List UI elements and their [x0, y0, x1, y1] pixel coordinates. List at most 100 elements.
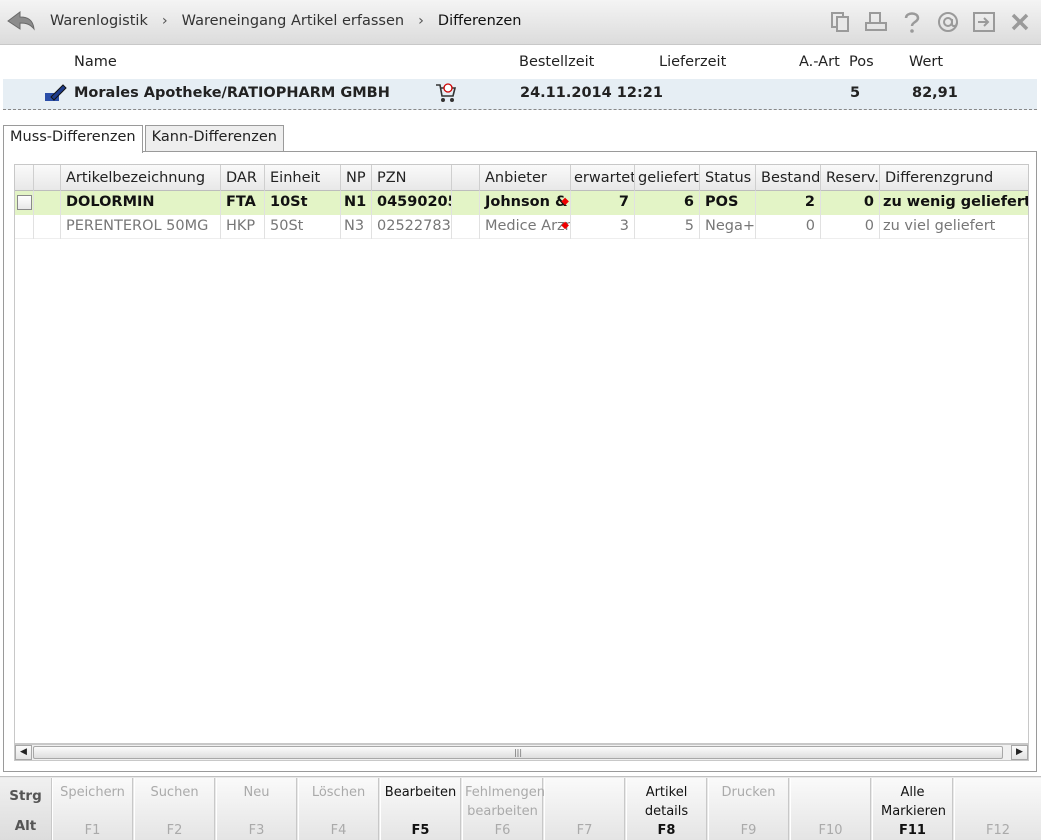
tab-kann-differenzen[interactable]: Kann-Differenzen [144, 125, 284, 152]
f2-suchen-button[interactable]: Suchen F2 [134, 778, 215, 840]
fkey-key: F12 [985, 823, 1011, 838]
row-checkbox-cell [15, 215, 34, 239]
fkey-key: F4 [330, 823, 347, 838]
label-lieferzeit: Lieferzeit [659, 54, 727, 70]
label-name: Name [74, 54, 117, 70]
f10-button[interactable]: F10 [790, 778, 871, 840]
order-value: 82,91 [912, 85, 958, 101]
documents-icon[interactable] [827, 8, 853, 36]
close-icon[interactable] [1007, 8, 1033, 36]
cell-blank-2 [452, 191, 480, 215]
order-header-row[interactable]: Morales Apotheke/RATIOPHARM GMBH 24.11.2… [3, 79, 1037, 110]
col-bestand[interactable]: Bestand [756, 165, 821, 191]
alt-key[interactable]: Alt [0, 818, 51, 834]
f11-alle-markieren-button[interactable]: Alle Markieren F11 [872, 778, 953, 840]
f6-fehlmengen-button[interactable]: Fehlmengen bearbeiten F6 [462, 778, 546, 840]
strg-key[interactable]: Strg [0, 788, 51, 804]
col-einheit[interactable]: Einheit [265, 165, 341, 191]
col-differenzgrund[interactable]: Differenzgrund [880, 165, 1028, 191]
col-pzn[interactable]: PZN [372, 165, 452, 191]
edit-pen-icon[interactable] [43, 83, 67, 107]
col-checkbox [15, 165, 34, 191]
col-artikelbezeichnung[interactable]: Artikelbezeichnung [61, 165, 221, 191]
truncation-marker-icon: ◆ [561, 196, 569, 207]
fkey-label: Löschen [311, 785, 366, 800]
row-checkbox-cell [15, 191, 34, 215]
cell-dar: FTA [221, 191, 265, 215]
fkey-label: Neu [243, 785, 270, 800]
horizontal-scrollbar[interactable]: ◀ ||| ▶ [14, 744, 1029, 761]
breadcrumb-item-wareneingang[interactable]: Wareneingang Artikel erfassen [182, 13, 404, 29]
breadcrumb-separator: › [161, 13, 168, 29]
fkey-key: F7 [576, 823, 593, 838]
f3-neu-button[interactable]: Neu F3 [216, 778, 297, 840]
cell-reserv: 0 [821, 191, 880, 215]
help-icon[interactable] [899, 8, 925, 36]
cell-dar: HKP [221, 215, 265, 239]
fkey-label: Alle Markieren [881, 785, 946, 819]
breadcrumb: Warenlogistik › Wareneingang Artikel erfas… [50, 13, 522, 29]
at-icon[interactable] [935, 8, 961, 36]
anbieter-text: Medice Arzn [485, 218, 571, 234]
fkey-key: F2 [166, 823, 183, 838]
tab-label: Muss-Differenzen [10, 129, 136, 145]
cell-geliefert: 5 [635, 215, 700, 239]
breadcrumb-item-differenzen: Differenzen [437, 13, 522, 29]
fkey-key: F10 [818, 823, 843, 838]
cell-pzn: 04590205 [372, 191, 452, 215]
fkey-label: Artikel details [644, 785, 689, 819]
title-bar: Warenlogistik › Wareneingang Artikel erfas… [0, 0, 1041, 45]
back-arrow-icon[interactable] [6, 9, 36, 33]
col-blank-2 [452, 165, 480, 191]
row-checkbox[interactable] [17, 195, 32, 210]
tab-muss-differenzen[interactable]: Muss-Differenzen [3, 125, 143, 153]
scroll-left-icon[interactable]: ◀ [15, 745, 32, 760]
cell-bestand: 2 [756, 191, 821, 215]
table-row[interactable]: DOLORMIN FTA 10St N1 04590205 Johnson & … [15, 191, 1028, 215]
col-anbieter[interactable]: Anbieter [480, 165, 571, 191]
truncation-marker-icon: ◆ [561, 220, 569, 231]
fkey-key: F11 [899, 823, 926, 838]
cell-erwartet: 7 [571, 191, 635, 215]
export-icon[interactable] [971, 8, 997, 36]
fkey-label: Suchen [150, 785, 199, 800]
print-icon[interactable] [863, 8, 889, 36]
scroll-right-icon[interactable]: ▶ [1011, 745, 1028, 760]
cell-reserv: 0 [821, 215, 880, 239]
f8-artikeldetails-button[interactable]: Artikel details F8 [626, 778, 707, 840]
f5-bearbeiten-button[interactable]: Bearbeiten F5 [380, 778, 461, 840]
col-geliefert[interactable]: geliefert [635, 165, 700, 191]
f4-loeschen-button[interactable]: Löschen F4 [298, 778, 379, 840]
cell-einheit: 10St [265, 191, 341, 215]
f9-drucken-button[interactable]: Drucken F9 [708, 778, 789, 840]
cell-np: N1 [341, 191, 372, 215]
breadcrumb-item-warenlogistik[interactable]: Warenlogistik [50, 13, 148, 29]
cell-blank-2 [452, 215, 480, 239]
col-np[interactable]: NP [341, 165, 372, 191]
f12-button[interactable]: F12 [954, 778, 1041, 840]
col-erwartet[interactable]: erwartet [571, 165, 635, 191]
breadcrumb-separator: › [418, 13, 424, 29]
f7-button[interactable]: F7 [544, 778, 625, 840]
cell-pzn: 02522783 [372, 215, 452, 239]
fkey-label: Speichern [60, 785, 125, 800]
cell-anbieter: Johnson & J ◆ [480, 191, 571, 215]
cell-erwartet: 3 [571, 215, 635, 239]
scroll-thumb[interactable]: ||| [33, 746, 1003, 759]
tab-label: Kann-Differenzen [151, 129, 277, 145]
cell-artikelbezeichnung: PERENTEROL 50MG [61, 215, 221, 239]
cell-anbieter: Medice Arzn ◆ [480, 215, 571, 239]
f1-speichern-button[interactable]: Speichern F1 [52, 778, 133, 840]
col-reserv[interactable]: Reserv. [821, 165, 880, 191]
col-status[interactable]: Status [700, 165, 756, 191]
label-bestellzeit: Bestellzeit [519, 54, 595, 70]
table-header: Artikelbezeichnung DAR Einheit NP PZN An… [15, 165, 1028, 191]
table-row[interactable]: PERENTEROL 50MG HKP 50St N3 02522783 Med… [15, 215, 1028, 239]
cell-blank [34, 191, 61, 215]
cell-np: N3 [341, 215, 372, 239]
col-dar[interactable]: DAR [221, 165, 265, 191]
fkey-label: Fehlmengen bearbeiten [465, 785, 546, 819]
order-header-labels: Name Bestellzeit Lieferzeit A.-Art Pos W… [0, 54, 1041, 74]
label-pos: Pos [849, 54, 874, 70]
fkey-key: F1 [84, 823, 101, 838]
